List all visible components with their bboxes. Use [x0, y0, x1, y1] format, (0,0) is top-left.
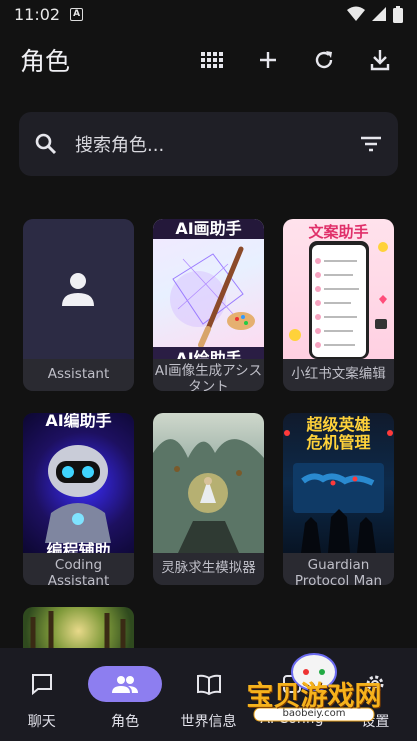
add-icon	[260, 52, 276, 68]
nav-label: 世界信息	[180, 714, 237, 730]
card-art-caption: AI绘助手	[175, 349, 242, 359]
nav-label: 角色	[111, 714, 140, 730]
filter-icon[interactable]	[360, 136, 382, 152]
card-thumbnail	[153, 413, 264, 553]
character-card[interactable]: AI画助手 AI绘助手 AI画像生成アシスタント	[153, 219, 264, 391]
character-card[interactable]: 超级英雄 危机管理 Guardian Protocol Man	[283, 413, 394, 585]
card-thumbnail: AI画助手 AI绘助手	[153, 219, 264, 359]
card-label: 灵脉求生模拟器	[153, 553, 264, 585]
app-bar-actions	[195, 43, 397, 77]
card-label: 小红书文案编辑	[283, 359, 394, 391]
chat-icon	[31, 674, 52, 696]
card-art-title: 文案助手	[308, 223, 369, 241]
card-label: AI画像生成アシスタント	[153, 359, 264, 391]
card-label: Assistant	[23, 359, 134, 391]
card-label: Coding Assistant	[23, 553, 134, 585]
person-icon	[62, 273, 94, 306]
nav-pill-active	[88, 666, 163, 702]
character-card[interactable]: 文案助手 小红书文案编辑	[283, 219, 394, 391]
refresh-icon	[315, 51, 333, 69]
watermark-logo: 宝贝游戏网 baobeiy.com	[240, 650, 388, 722]
signal-icon	[372, 7, 386, 21]
add-button[interactable]	[251, 43, 285, 77]
download-icon	[370, 50, 390, 71]
book-icon	[196, 674, 221, 695]
download-button[interactable]	[363, 43, 397, 77]
card-thumbnail: 超级英雄 危机管理	[283, 413, 394, 553]
card-thumbnail: 文案助手	[283, 219, 394, 359]
card-art-caption: 编程辅助	[46, 541, 111, 553]
search-bar[interactable]: 搜索角色...	[19, 112, 398, 176]
card-art-caption: 危机管理	[306, 433, 371, 452]
search-icon	[35, 133, 57, 155]
page-title: 角色	[20, 47, 71, 76]
battery-icon	[393, 5, 403, 23]
character-card[interactable]: Assistant	[23, 219, 134, 391]
grid-view-button[interactable]	[195, 43, 229, 77]
status-bar: 11:02 A	[0, 0, 417, 28]
card-thumbnail: AI编助手 编程辅助	[23, 413, 134, 553]
people-icon	[112, 676, 139, 693]
nav-label: 聊天	[27, 714, 56, 730]
app-bar: 角色	[0, 28, 417, 92]
refresh-button[interactable]	[307, 43, 341, 77]
nav-item-chat[interactable]: 聊天	[0, 648, 83, 741]
nav-item-world-info[interactable]: 世界信息	[167, 648, 250, 741]
nav-pill	[172, 666, 246, 702]
card-art-title: AI编助手	[45, 413, 112, 430]
card-art-title: AI画助手	[175, 219, 242, 238]
character-card[interactable]: 灵脉求生模拟器	[153, 413, 264, 585]
notification-icon: A	[70, 7, 84, 21]
status-time: 11:02	[14, 4, 61, 24]
card-thumbnail	[23, 219, 134, 359]
nav-item-characters[interactable]: 角色	[83, 648, 166, 741]
watermark-url: baobeiy.com	[282, 708, 346, 719]
card-label: Guardian Protocol Man	[283, 553, 394, 585]
character-card[interactable]: AI编助手 编程辅助 Coding Assistant	[23, 413, 134, 585]
wifi-icon	[347, 6, 365, 21]
nav-pill	[5, 666, 79, 702]
grid-view-icon	[201, 52, 223, 68]
search-input[interactable]: 搜索角色...	[75, 131, 360, 157]
